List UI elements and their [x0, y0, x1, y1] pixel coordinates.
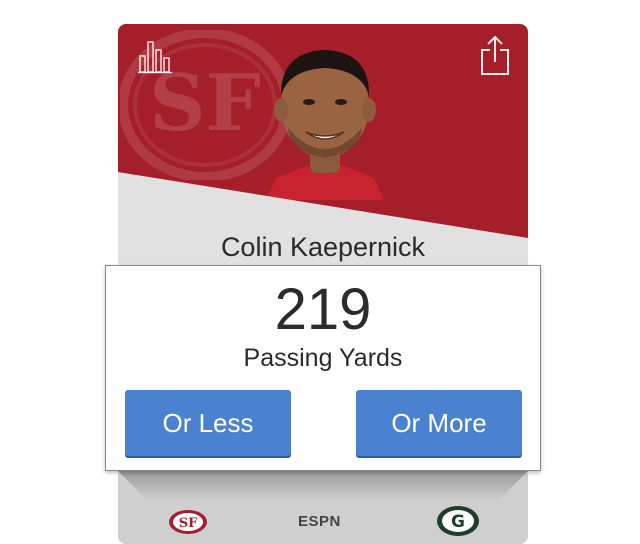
- bar-chart-icon[interactable]: [138, 38, 172, 74]
- stat-label: Passing Yards: [243, 344, 403, 372]
- player-name: Colin Kaepernick: [220, 232, 426, 262]
- svg-text:SF: SF: [179, 516, 198, 531]
- or-less-button[interactable]: Or Less: [125, 390, 291, 456]
- share-icon[interactable]: [480, 34, 510, 76]
- tv-network: ESPN: [298, 513, 341, 530]
- or-more-button[interactable]: Or More: [356, 390, 522, 456]
- svg-text:G: G: [451, 512, 465, 532]
- player-photo: [266, 50, 384, 200]
- packers-logo-icon: G: [437, 506, 479, 536]
- panel-shadow: [118, 471, 528, 501]
- prediction-panel: 219 Passing Yards Or Less Or More: [105, 265, 541, 471]
- stat-value: 219: [274, 277, 372, 342]
- 49ers-logo-icon: SF: [169, 510, 207, 534]
